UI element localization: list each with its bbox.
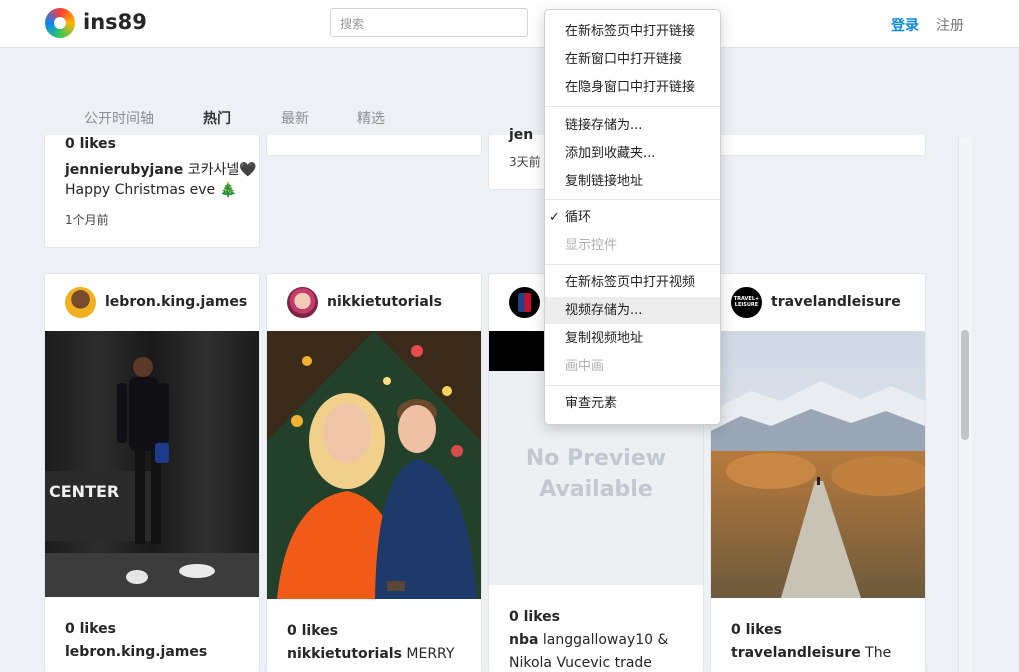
avatar[interactable]: [287, 287, 318, 318]
menu-open-link-new-window[interactable]: 在新窗口中打开链接: [545, 46, 720, 73]
caption-line: nba langgalloway10 &: [509, 632, 668, 648]
tab-popular[interactable]: 热门: [203, 108, 231, 128]
brand-logo-icon[interactable]: [45, 8, 75, 38]
post-card[interactable]: [266, 135, 482, 156]
avatar[interactable]: [65, 287, 96, 318]
menu-separator: [545, 199, 720, 200]
post-card[interactable]: 0 likes jennierubyjane 코카사넬🖤 Happy Chris…: [44, 135, 260, 248]
menu-open-video-new-tab[interactable]: 在新标签页中打开视频: [545, 269, 720, 296]
tab-featured[interactable]: 精选: [357, 108, 385, 128]
card-header: lebron.king.james: [45, 274, 259, 331]
post-username[interactable]: nikkietutorials: [327, 294, 442, 310]
post-photo: [267, 331, 481, 599]
caption-text-line2: Nikola Vucevic trade: [509, 655, 652, 671]
tab-timeline[interactable]: 公开时间轴: [84, 108, 154, 128]
likes-count: 0 likes: [65, 621, 116, 637]
caption-text: Happy Christmas eve 🎄: [65, 182, 238, 198]
caption-username[interactable]: travelandleisure: [731, 645, 861, 661]
post-photo: [711, 331, 925, 598]
login-link[interactable]: 登录: [891, 15, 919, 35]
caption-username[interactable]: nba: [509, 632, 538, 648]
menu-save-link-as[interactable]: 链接存储为...: [545, 112, 720, 139]
caption-text: The: [860, 645, 892, 661]
menu-add-to-favorites[interactable]: 添加到收藏夹...: [545, 140, 720, 167]
post-card[interactable]: lebron.king.james CENTER 0 likes lebron.…: [44, 273, 260, 672]
register-link[interactable]: 注册: [936, 15, 964, 35]
menu-picture-in-picture: 画中画: [565, 359, 605, 374]
menu-separator: [545, 264, 720, 265]
post-media[interactable]: [711, 331, 925, 598]
likes-count: 0 likes: [287, 623, 338, 639]
center-sign-text: CENTER: [49, 482, 119, 501]
travel-leisure-logo-icon[interactable]: TRAVEL+ LEISURE: [731, 287, 762, 318]
tab-latest[interactable]: 最新: [281, 108, 309, 128]
menu-open-link-incognito[interactable]: 在隐身窗口中打开链接: [545, 74, 720, 101]
caption-line: lebron.king.james: [65, 644, 207, 660]
no-preview-text: No Preview Available: [525, 446, 667, 502]
menu-copy-video-address[interactable]: 复制视频地址: [545, 325, 720, 352]
likes-count: 0 likes: [65, 136, 116, 152]
likes-count: 0 likes: [509, 609, 560, 625]
caption-username[interactable]: jen: [509, 127, 533, 143]
menu-separator: [545, 106, 720, 107]
post-time: 1个月前: [65, 213, 109, 227]
menu-save-video-as[interactable]: 视频存储为...: [545, 297, 720, 324]
post-card[interactable]: nikkietutorials 0 likes nikkietutorials …: [266, 273, 482, 672]
caption-line: travelandleisure The: [731, 645, 891, 661]
caption-text: MERRY: [401, 646, 455, 662]
caption-text: langgalloway10 &: [538, 632, 669, 648]
menu-loop[interactable]: ✓ 循环: [545, 204, 720, 231]
context-menu: 在新标签页中打开链接 在新窗口中打开链接 在隐身窗口中打开链接 链接存储为...…: [544, 9, 721, 425]
brand-name[interactable]: ins89: [83, 10, 147, 34]
post-photo: CENTER: [45, 331, 259, 597]
card-header: TRAVEL+ LEISURE travelandleisure: [711, 274, 925, 331]
caption-username[interactable]: jennierubyjane: [65, 162, 183, 178]
likes-count: 0 likes: [731, 622, 782, 638]
search-input[interactable]: 搜索: [330, 8, 528, 37]
menu-separator: [545, 385, 720, 386]
post-username[interactable]: lebron.king.james: [105, 294, 247, 310]
post-media[interactable]: [267, 331, 481, 599]
menu-loop-label: 循环: [565, 210, 592, 225]
caption-username[interactable]: nikkietutorials: [287, 646, 402, 662]
post-time: 3天前: [509, 155, 541, 169]
caption-line: jennierubyjane 코카사넬🖤: [65, 159, 257, 179]
top-header: ins89 搜索 登录 注册: [0, 0, 1019, 48]
post-card[interactable]: [710, 135, 926, 156]
checkmark-icon: ✓: [549, 210, 560, 225]
menu-inspect-element[interactable]: 审查元素: [545, 390, 720, 417]
card-header: nikkietutorials: [267, 274, 481, 331]
post-card[interactable]: TRAVEL+ LEISURE travelandleisure 0 likes: [710, 273, 926, 672]
menu-show-controls: 显示控件: [565, 238, 618, 253]
caption-username[interactable]: lebron.king.james: [65, 644, 207, 660]
avatar-text: TRAVEL+ LEISURE: [733, 296, 760, 308]
menu-copy-link-address[interactable]: 复制链接地址: [545, 168, 720, 195]
feed-tabs: 公开时间轴 热门 最新 精选: [0, 95, 945, 135]
caption-suffix: 코카사넬🖤: [183, 162, 257, 178]
post-media[interactable]: CENTER: [45, 331, 259, 597]
nba-logo-icon[interactable]: [509, 287, 540, 318]
caption-line: nikkietutorials MERRY: [287, 646, 454, 662]
menu-open-link-new-tab[interactable]: 在新标签页中打开链接: [545, 18, 720, 45]
post-username[interactable]: travelandleisure: [771, 294, 901, 310]
page-scrollbar-thumb[interactable]: [961, 330, 969, 440]
